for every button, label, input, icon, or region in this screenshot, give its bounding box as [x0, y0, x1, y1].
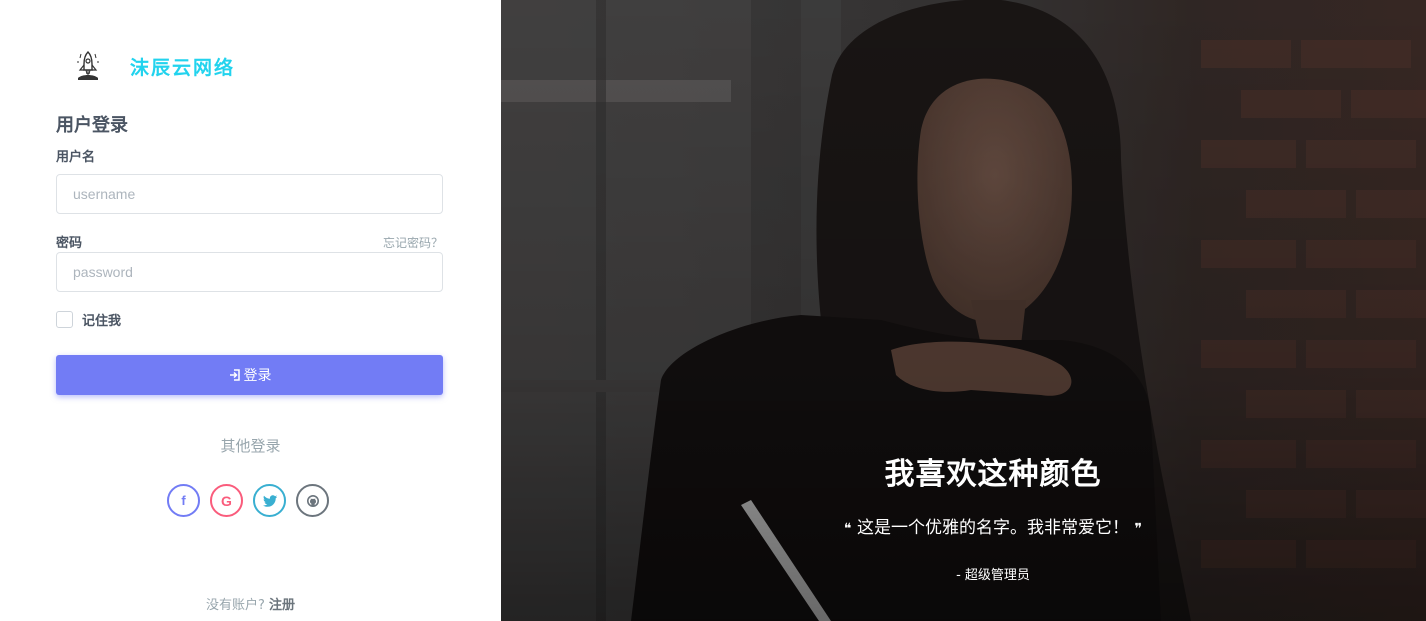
username-field[interactable]	[56, 174, 443, 214]
google-icon: G	[221, 492, 232, 509]
remember-me[interactable]: 记住我	[56, 310, 121, 329]
quote-author: - 超级管理员	[956, 568, 1030, 583]
page-title: 用户登录	[56, 115, 128, 136]
signup-prompt-text: 没有账户?	[205, 598, 265, 613]
login-button-label: 登录	[243, 368, 272, 384]
quote-close-icon: ❞	[1134, 521, 1142, 537]
forgot-password-link[interactable]: 忘记密码？	[383, 234, 443, 251]
twitter-login-button[interactable]	[253, 484, 286, 517]
facebook-icon: f	[181, 493, 186, 508]
github-login-button[interactable]	[296, 484, 329, 517]
social-login-list: f G	[167, 484, 329, 517]
logo[interactable]: 沫辰云网络	[76, 48, 235, 84]
password-input[interactable]	[57, 253, 442, 291]
username-label: 用户名	[56, 150, 96, 165]
login-panel: 沫辰云网络 用户登录 用户名 密码 忘记密码？ 记住我 登录 其他登录 f G	[0, 0, 501, 621]
remember-label: 记住我	[82, 314, 122, 329]
facebook-login-button[interactable]: f	[167, 484, 200, 517]
username-input[interactable]	[57, 175, 442, 213]
signup-link[interactable]: 注册	[269, 598, 295, 613]
remember-checkbox[interactable]	[56, 311, 73, 328]
brand-name: 沫辰云网络	[130, 56, 236, 79]
quote-open-icon: ❝	[844, 521, 852, 537]
login-button[interactable]: 登录	[56, 355, 443, 395]
password-field[interactable]	[56, 252, 443, 292]
other-login-title: 其他登录	[220, 437, 281, 455]
password-label: 密码	[56, 236, 83, 251]
quote-text: ❝ 这是一个优雅的名字。我非常爱它！ ❞	[501, 513, 1426, 538]
quote-title: 我喜欢这种颜色	[884, 457, 1102, 492]
signup-prompt: 没有账户? 注册	[0, 594, 501, 613]
quote-body: 这是一个优雅的名字。我非常爱它！	[857, 518, 1129, 538]
rocket-icon	[77, 51, 99, 80]
github-icon	[306, 494, 319, 507]
google-login-button[interactable]: G	[210, 484, 243, 517]
twitter-icon	[262, 494, 277, 507]
hero-panel: 我喜欢这种颜色 ❝ 这是一个优雅的名字。我非常爱它！ ❞ - 超级管理员	[501, 0, 1426, 621]
login-icon	[229, 369, 240, 381]
